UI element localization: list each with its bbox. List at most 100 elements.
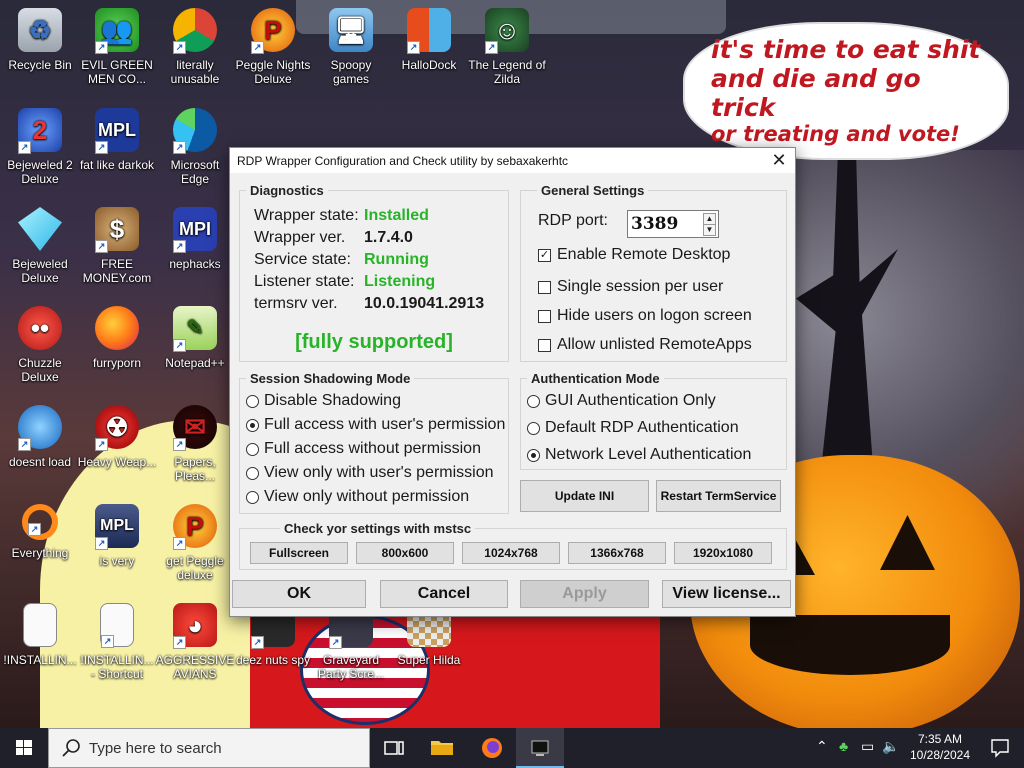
desktop-icon-aggressive-avians[interactable]: ◕ ↗ AGGRESSIVE AVIANS bbox=[155, 599, 235, 691]
diag-label: Listener state: bbox=[254, 273, 355, 290]
desktop-icon-nephacks[interactable]: MPI ↗ nephacks bbox=[155, 203, 235, 295]
desktop-icon-spoopy-games[interactable]: 🖥 Spoopy games bbox=[311, 4, 391, 96]
gem-icon bbox=[18, 207, 62, 251]
desktop-icon-peggle-nights[interactable]: P ↗ Peggle Nights Deluxe bbox=[233, 4, 313, 96]
file-explorer-button[interactable] bbox=[418, 728, 466, 768]
option-label: Single session per user bbox=[557, 278, 724, 295]
radio-network-level-authentication[interactable]: Network Level Authentication bbox=[527, 446, 751, 464]
mstsc-1920x1080-button[interactable]: 1920x1080 bbox=[674, 542, 772, 564]
chuzzle-icon: •• bbox=[18, 306, 62, 350]
taskbar: Type here to search ⌃ ♣ ▭ 🔈 7:35 AM 10/2… bbox=[0, 728, 1024, 768]
radio-disable-shadowing[interactable]: Disable Shadowing bbox=[246, 392, 401, 410]
radio-full-access-without-permission[interactable]: Full access without permission bbox=[246, 440, 481, 458]
view-license-button[interactable]: View license... bbox=[662, 580, 791, 608]
rdp-app-icon bbox=[531, 740, 549, 756]
firefox-taskbar-button[interactable] bbox=[468, 728, 516, 768]
desktop-icon-hallodock[interactable]: ↗ HalloDock bbox=[389, 4, 469, 96]
desktop-icon-label: Spoopy games bbox=[330, 58, 372, 86]
desktop-icon-chuzzle[interactable]: •• Chuzzle Deluxe bbox=[0, 302, 80, 394]
desktop-icon-everything[interactable]: ↗ Everything bbox=[0, 500, 80, 592]
volume-icon[interactable]: 🔈 bbox=[882, 738, 899, 755]
desktop-icon-is-very[interactable]: MPL ↗ is very bbox=[77, 500, 157, 592]
checkbox-icon bbox=[538, 338, 551, 352]
option-label: Full access with user's permission bbox=[264, 416, 506, 433]
desktop-icon-installing-shortcut[interactable]: ↗ !INSTALLIN... - Shortcut bbox=[77, 599, 157, 691]
restart-termservice-button[interactable]: Restart TermService bbox=[656, 480, 781, 512]
checkbox-icon bbox=[538, 309, 551, 323]
ok-button[interactable]: OK bbox=[232, 580, 366, 608]
mstsc-group: Check yor settings with mstsc Fullscreen… bbox=[239, 521, 787, 570]
rdp-config-taskbar-button[interactable] bbox=[516, 728, 564, 768]
radio-icon bbox=[527, 394, 540, 408]
taskbar-search-box[interactable]: Type here to search bbox=[48, 728, 370, 768]
network-icon[interactable]: ▭ bbox=[861, 738, 874, 755]
chevron-up-icon[interactable]: ⌃ bbox=[816, 738, 828, 755]
diag-label: termsrv ver. bbox=[254, 295, 338, 312]
start-button[interactable] bbox=[0, 728, 48, 768]
radio-view-only-with-permission[interactable]: View only with user's permission bbox=[246, 464, 494, 482]
desktop-icon-label: AGGRESSIVE AVIANS bbox=[155, 653, 235, 681]
peggle-icon: P ↗ bbox=[251, 8, 295, 54]
desktop-icon-papers-please[interactable]: ✉ ↗ Papers, Pleas... bbox=[155, 401, 235, 493]
desktop-icon-furryporn[interactable]: furryporn bbox=[77, 302, 157, 394]
option-label: Network Level Authentication bbox=[545, 446, 752, 463]
update-ini-button[interactable]: Update INI bbox=[520, 480, 649, 512]
task-view-button[interactable] bbox=[370, 728, 418, 768]
desktop-icon-microsoft-edge[interactable]: ↗ Microsoft Edge bbox=[155, 104, 235, 196]
desktop-icon-get-peggle-deluxe[interactable]: P ↗ get Peggle deluxe bbox=[155, 500, 235, 592]
mstsc-fullscreen-button[interactable]: Fullscreen bbox=[250, 542, 348, 564]
option-label: View only with user's permission bbox=[264, 464, 494, 481]
desktop-icon-label: !INSTALLIN... - Shortcut bbox=[80, 653, 154, 681]
desktop-icon-fat-like-darkok[interactable]: MPL ↗ fat like darkok bbox=[77, 104, 157, 196]
desktop-icon-doesnt-load[interactable]: ↗ doesnt load bbox=[0, 401, 80, 493]
money-bag-icon: $ ↗ bbox=[95, 207, 139, 253]
radio-default-rdp-authentication[interactable]: Default RDP Authentication bbox=[527, 419, 739, 437]
mstsc-1024x768-button[interactable]: 1024x768 bbox=[462, 542, 560, 564]
notification-center-button[interactable] bbox=[976, 728, 1024, 768]
enable-remote-desktop-checkbox[interactable]: ✓ Enable Remote Desktop bbox=[538, 246, 730, 264]
apply-button[interactable]: Apply bbox=[520, 580, 649, 608]
close-icon[interactable]: ✕ bbox=[763, 148, 795, 173]
rdp-port-spinner[interactable]: 3389 ▲ ▼ bbox=[627, 210, 719, 238]
cancel-button[interactable]: Cancel bbox=[380, 580, 508, 608]
taskbar-clock[interactable]: 7:35 AM 10/28/2024 bbox=[905, 731, 975, 763]
desktop-icon-heavy-weapon[interactable]: ☢ ↗ Heavy Weap... bbox=[77, 401, 157, 493]
bejeweled-icon: 2 ↗ bbox=[18, 108, 62, 154]
desktop-icon-bejeweled-2[interactable]: 2 ↗ Bejeweled 2 Deluxe bbox=[0, 104, 80, 196]
desktop-icon-label: Papers, Pleas... bbox=[174, 455, 216, 483]
shadowing-group: Session Shadowing Mode Disable Shadowing… bbox=[239, 371, 509, 514]
single-session-checkbox[interactable]: Single session per user bbox=[538, 278, 723, 296]
notepad-icon: ✎ ↗ bbox=[173, 306, 217, 352]
desktop-icon-label: is very bbox=[99, 554, 135, 568]
option-label: View only without permission bbox=[264, 488, 470, 505]
rdp-wrapper-dialog[interactable]: RDP Wrapper Configuration and Check util… bbox=[229, 147, 796, 617]
desktop-icon-free-money[interactable]: $ ↗ FREE MONEY.com bbox=[77, 203, 157, 295]
desktop-icon-notepadpp[interactable]: ✎ ↗ Notepad++ bbox=[155, 302, 235, 394]
mpi-icon: MPI ↗ bbox=[173, 207, 217, 253]
desktop-icon-installing[interactable]: !INSTALLIN... bbox=[0, 599, 80, 691]
task-view-icon bbox=[384, 741, 404, 755]
desktop-icon-legend-of-zilda[interactable]: ☺ ↗ The Legend of Zilda bbox=[467, 4, 547, 96]
papers-please-icon: ✉ ↗ bbox=[173, 405, 217, 451]
document-icon: ↗ bbox=[100, 603, 134, 648]
diag-label: Wrapper state: bbox=[254, 207, 359, 224]
option-label: Full access without permission bbox=[264, 440, 481, 457]
radio-view-only-without-permission[interactable]: View only without permission bbox=[246, 488, 469, 506]
diag-row-wrapper-state: Wrapper state: Installed bbox=[254, 207, 429, 225]
option-label: Default RDP Authentication bbox=[545, 419, 739, 436]
radio-gui-authentication[interactable]: GUI Authentication Only bbox=[527, 392, 716, 410]
radio-full-access-with-permission[interactable]: Full access with user's permission bbox=[246, 416, 505, 434]
mstsc-1366x768-button[interactable]: 1366x768 bbox=[568, 542, 666, 564]
desktop-icon-label: Microsoft Edge bbox=[170, 158, 220, 186]
dialog-titlebar[interactable]: RDP Wrapper Configuration and Check util… bbox=[230, 148, 795, 173]
desktop-icon-literally-unusable[interactable]: ↗ literally unusable bbox=[155, 4, 235, 96]
mstsc-800x600-button[interactable]: 800x600 bbox=[356, 542, 454, 564]
desktop-icon-recycle-bin[interactable]: ♻ Recycle Bin bbox=[0, 4, 80, 96]
tray-app-icon[interactable]: ♣ bbox=[839, 738, 848, 754]
desktop-icon-evil-green-men[interactable]: 👥 ↗ EVIL GREEN MEN CO... bbox=[77, 4, 157, 96]
desktop-icon-bejeweled[interactable]: Bejeweled Deluxe bbox=[0, 203, 80, 295]
bubble-line-3: or treating and vote! bbox=[711, 122, 960, 147]
hide-users-checkbox[interactable]: Hide users on logon screen bbox=[538, 307, 752, 325]
spin-down-icon[interactable]: ▼ bbox=[703, 224, 716, 236]
allow-unlisted-remoteapps-checkbox[interactable]: Allow unlisted RemoteApps bbox=[538, 336, 752, 354]
